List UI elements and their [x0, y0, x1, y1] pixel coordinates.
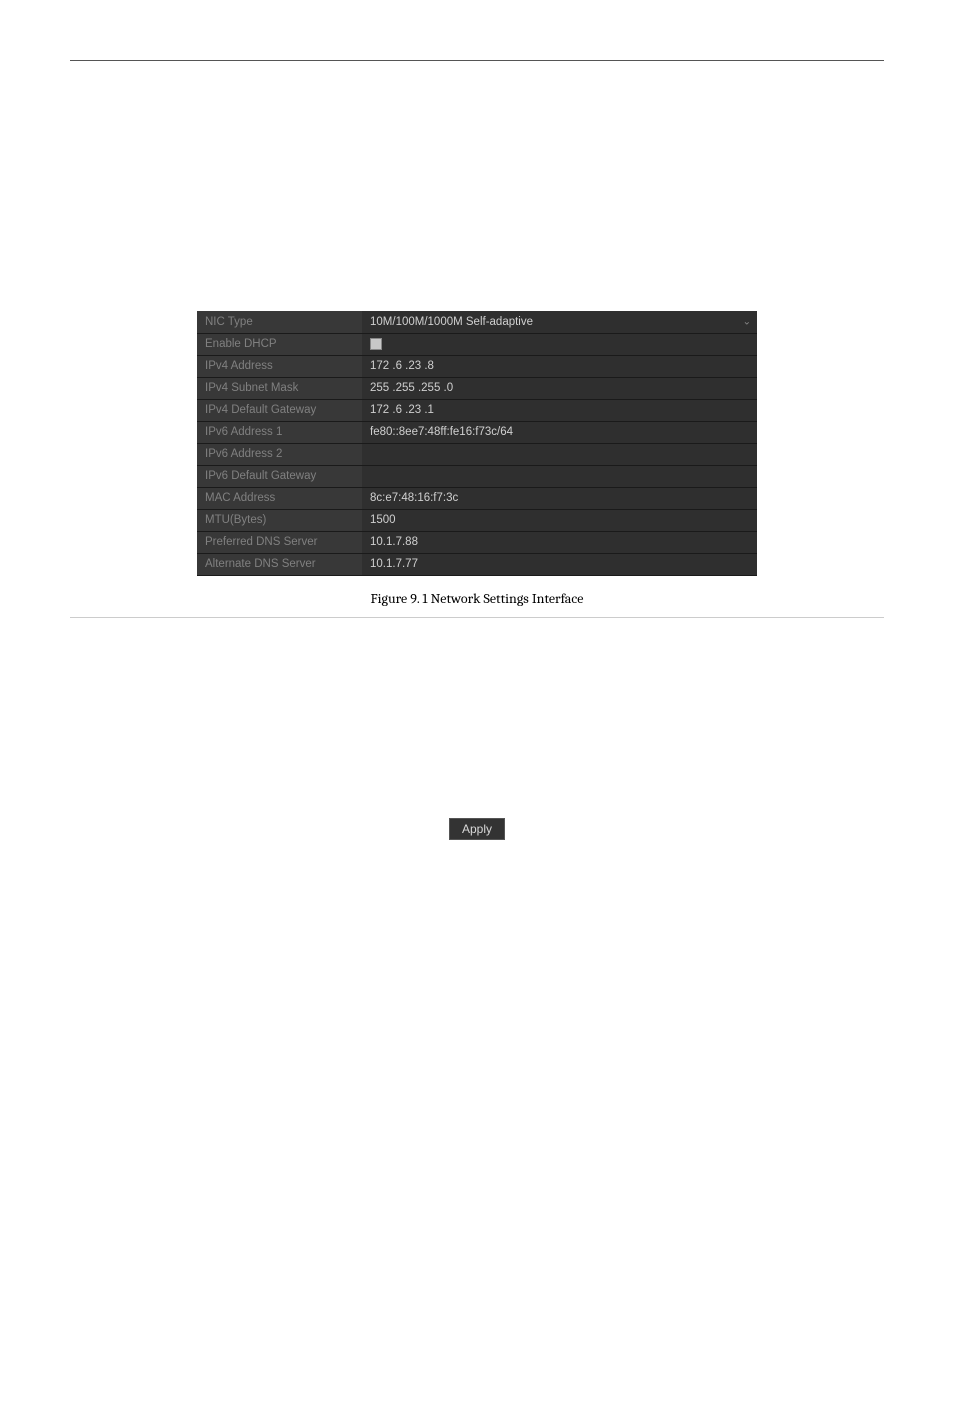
dhcp-checkbox[interactable]	[370, 338, 382, 350]
setting-value[interactable]: 8c:e7:48:16:f7:3c	[362, 487, 757, 509]
setting-label: IPv6 Default Gateway	[197, 465, 362, 487]
settings-row: MAC Address8c:e7:48:16:f7:3c	[197, 487, 757, 509]
setting-value[interactable]: 172 .6 .23 .8	[362, 355, 757, 377]
settings-row: IPv4 Subnet Mask255 .255 .255 .0	[197, 377, 757, 399]
page-content: NIC Type10M/100M/1000M Self-adaptive⌄Ena…	[0, 61, 954, 607]
setting-label: Preferred DNS Server	[197, 531, 362, 553]
setting-label: Alternate DNS Server	[197, 553, 362, 575]
settings-row: IPv6 Address 1fe80::8ee7:48ff:fe16:f73c/…	[197, 421, 757, 443]
settings-row: Preferred DNS Server10.1.7.88	[197, 531, 757, 553]
network-settings-table: NIC Type10M/100M/1000M Self-adaptive⌄Ena…	[197, 311, 757, 576]
setting-label: MAC Address	[197, 487, 362, 509]
setting-value[interactable]	[362, 443, 757, 465]
setting-value[interactable]: 10M/100M/1000M Self-adaptive⌄	[362, 311, 757, 333]
settings-row: IPv4 Default Gateway172 .6 .23 .1	[197, 399, 757, 421]
apply-button[interactable]: Apply	[449, 818, 505, 840]
setting-value[interactable]: 10.1.7.77	[362, 553, 757, 575]
settings-row: MTU(Bytes)1500	[197, 509, 757, 531]
settings-row: IPv4 Address172 .6 .23 .8	[197, 355, 757, 377]
settings-row: Enable DHCP	[197, 333, 757, 355]
setting-label: IPv4 Address	[197, 355, 362, 377]
setting-value[interactable]: 172 .6 .23 .1	[362, 399, 757, 421]
settings-row: NIC Type10M/100M/1000M Self-adaptive⌄	[197, 311, 757, 333]
caption-rule	[70, 617, 884, 618]
settings-row: IPv6 Default Gateway	[197, 465, 757, 487]
setting-label: Enable DHCP	[197, 333, 362, 355]
setting-label: NIC Type	[197, 311, 362, 333]
setting-value[interactable]: 10.1.7.88	[362, 531, 757, 553]
setting-label: IPv4 Subnet Mask	[197, 377, 362, 399]
settings-row: Alternate DNS Server10.1.7.77	[197, 553, 757, 575]
setting-label: MTU(Bytes)	[197, 509, 362, 531]
setting-value[interactable]: 1500	[362, 509, 757, 531]
setting-value[interactable]	[362, 465, 757, 487]
settings-row: IPv6 Address 2	[197, 443, 757, 465]
figure-caption: Figure 9. 1 Network Settings Interface	[90, 590, 864, 607]
setting-label: IPv6 Address 2	[197, 443, 362, 465]
chevron-down-icon[interactable]: ⌄	[743, 316, 751, 327]
setting-value[interactable]	[362, 333, 757, 355]
setting-label: IPv4 Default Gateway	[197, 399, 362, 421]
setting-label: IPv6 Address 1	[197, 421, 362, 443]
setting-value[interactable]: 255 .255 .255 .0	[362, 377, 757, 399]
setting-value[interactable]: fe80::8ee7:48ff:fe16:f73c/64	[362, 421, 757, 443]
